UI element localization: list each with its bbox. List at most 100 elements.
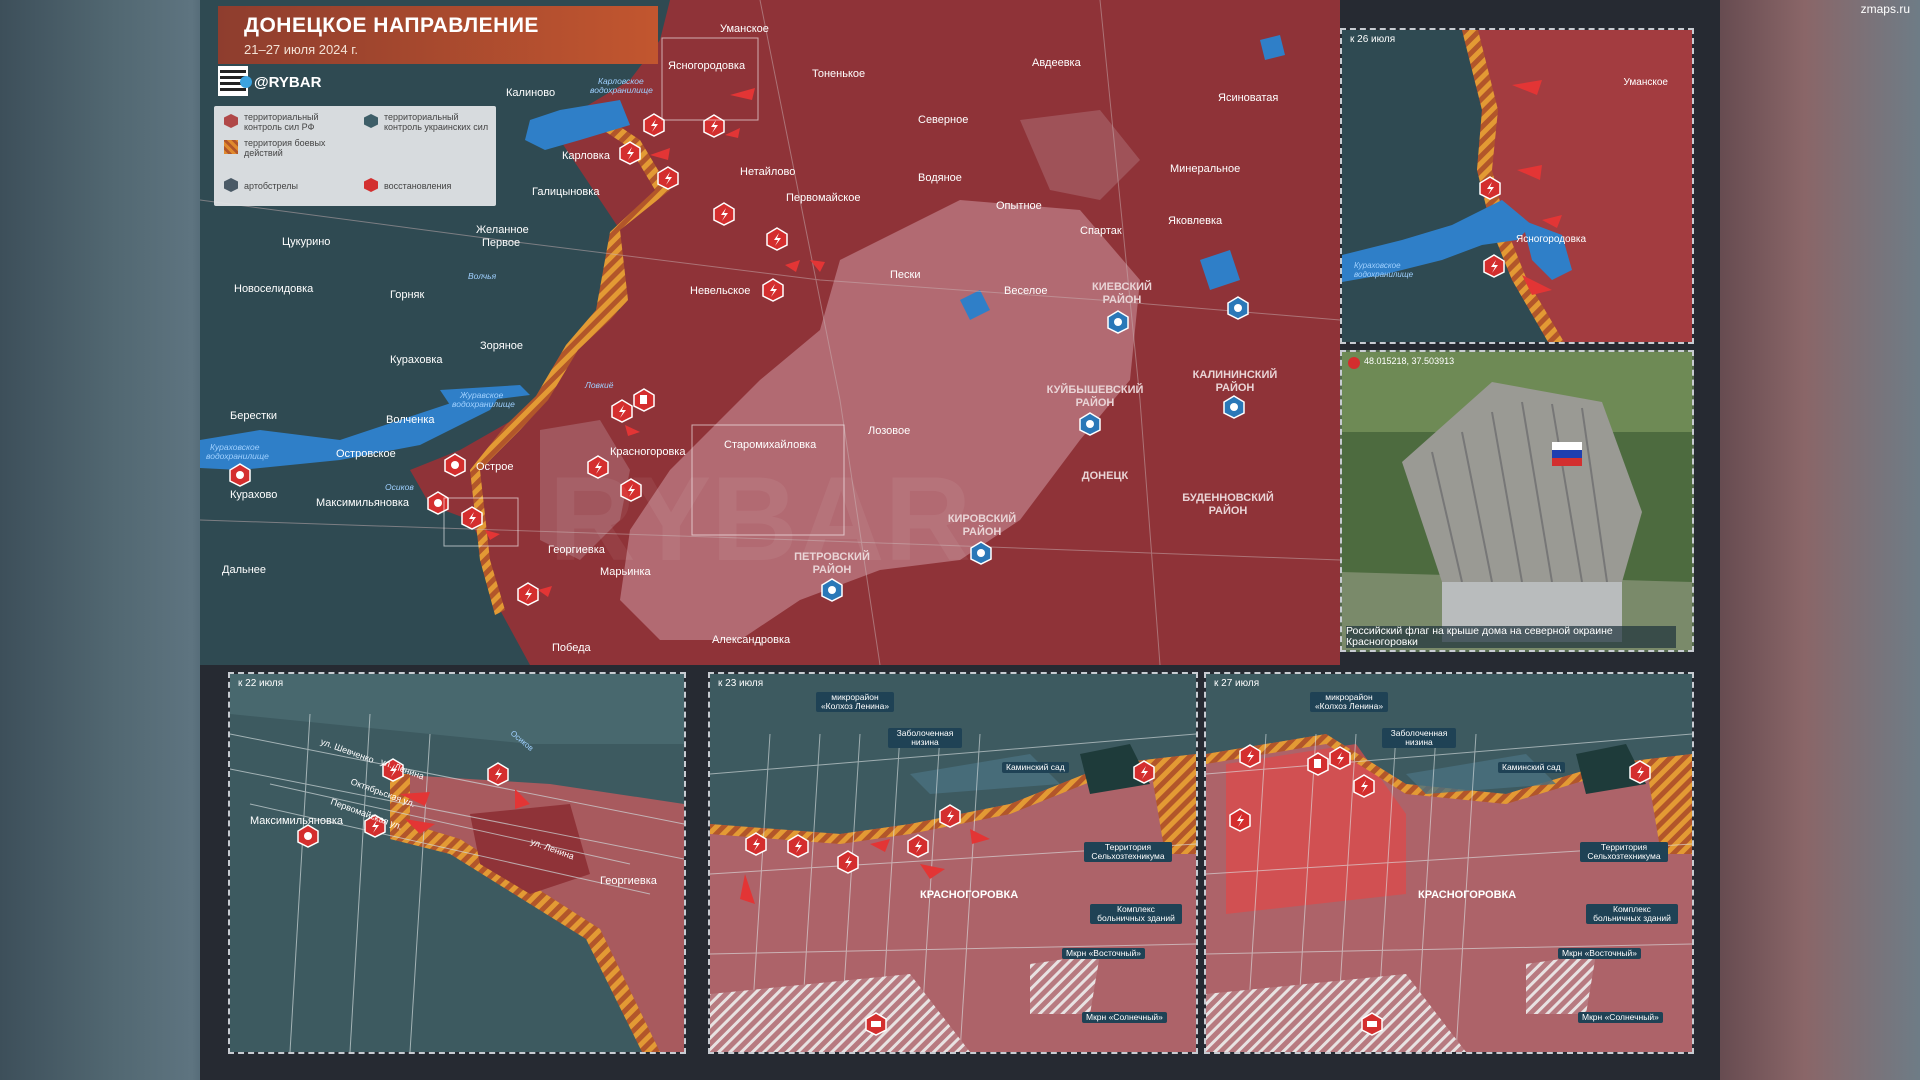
legend-label-ru: территориальный контроль сил РФ — [244, 112, 319, 132]
tag-hospital-complex: Комплекс больничных зданий — [1090, 904, 1182, 924]
svg-text:Минеральное: Минеральное — [1170, 163, 1240, 175]
telegram-icon — [240, 76, 252, 88]
tag-hospital-complex: Комплекс больничных зданий — [1586, 904, 1678, 924]
svg-text:водохранилище: водохранилище — [1354, 270, 1414, 279]
svg-text:РАЙОН: РАЙОН — [1103, 293, 1142, 306]
svg-text:БУДЕННОВСКИЙ: БУДЕННОВСКИЙ — [1182, 491, 1274, 504]
tag-kolkhoz-lenina: микрорайон «Колхоз Ленина» — [816, 692, 894, 712]
svg-text:Новоселидовка: Новоселидовка — [234, 283, 314, 295]
tag-swamp: Заболоченная низина — [1382, 728, 1456, 748]
photo-caption: Российский флаг на крыше дома на северно… — [1346, 626, 1676, 648]
svg-text:РАЙОН: РАЙОН — [1209, 504, 1248, 517]
svg-text:Авдеевка: Авдеевка — [1032, 57, 1082, 69]
legend-label-assault: восстановления — [384, 181, 452, 191]
tag-swamp: Заболоченная низина — [888, 728, 962, 748]
tag-kaminsky-garden: Каминский сад — [1498, 762, 1565, 773]
svg-text:Калиново: Калиново — [506, 87, 555, 99]
tag-agri-school: Территория Сельхозтехникума — [1084, 842, 1172, 862]
svg-text:Спартак: Спартак — [1080, 225, 1122, 237]
svg-text:RYBAR: RYBAR — [549, 452, 971, 586]
svg-text:Пески: Пески — [890, 269, 920, 281]
svg-text:Яковлевка: Яковлевка — [1168, 215, 1223, 227]
legend-label-ua: территориальный контроль украинских сил — [384, 112, 489, 132]
svg-text:Опытное: Опытное — [996, 200, 1042, 212]
svg-text:РАЙОН: РАЙОН — [1076, 396, 1115, 409]
town-label-krasnogorovka: КРАСНОГОРОВКА — [1418, 889, 1516, 901]
svg-text:Георгиевка: Георгиевка — [600, 875, 658, 887]
svg-text:Северное: Северное — [918, 114, 968, 126]
svg-text:Старомихайловка: Старомихайловка — [724, 439, 817, 451]
svg-text:Уманское: Уманское — [720, 23, 769, 35]
svg-text:Первое: Первое — [482, 237, 520, 249]
map-frame: Уманское Ясногородовка Авдеевка Тоненько… — [200, 0, 1720, 1080]
svg-text:Волчья: Волчья — [468, 271, 497, 281]
svg-text:Осиков: Осиков — [385, 482, 414, 492]
title-banner: ДОНЕЦКОЕ НАПРАВЛЕНИЕ 21–27 июля 2024 г. — [218, 6, 658, 64]
tag-vostochny: Мкрн «Восточный» — [1558, 948, 1642, 959]
svg-text:Нетайлово: Нетайлово — [740, 166, 795, 178]
main-map[interactable]: Уманское Ясногородовка Авдеевка Тоненько… — [200, 0, 1340, 665]
ua-control-swatch — [364, 114, 378, 128]
inset-date: к 26 июля — [1350, 34, 1396, 45]
legend-label-combat: территория боевых действий — [244, 138, 326, 158]
svg-text:Горняк: Горняк — [390, 289, 424, 301]
svg-text:Карловка: Карловка — [562, 150, 611, 162]
date-range: 21–27 июля 2024 г. — [244, 42, 359, 57]
svg-text:Максимильяновка: Максимильяновка — [316, 497, 410, 509]
inset-22-july[interactable]: ул. Шевченко ул. Ленина Октябрьская ул. … — [228, 672, 686, 1054]
svg-text:ДОНЕЦК: ДОНЕЦК — [1082, 470, 1129, 482]
svg-text:КУЙБЫШЕВСКИЙ: КУЙБЫШЕВСКИЙ — [1047, 383, 1144, 396]
svg-text:Первомайское: Первомайское — [786, 192, 860, 204]
site-watermark: zmaps.ru — [1860, 2, 1910, 16]
channel-handle[interactable]: @RYBAR — [254, 74, 321, 91]
combat-zone-swatch — [224, 140, 238, 154]
svg-text:Острое: Острое — [476, 461, 513, 473]
svg-text:Тоненькое: Тоненькое — [812, 68, 865, 80]
russian-flag-icon — [1552, 442, 1582, 466]
inset-27-july[interactable]: КРАСНОГОРОВКА к 27 июля микрорайон «Колх… — [1204, 672, 1694, 1054]
page-title: ДОНЕЦКОЕ НАПРАВЛЕНИЕ — [244, 14, 539, 37]
svg-text:Ясногородовка: Ясногородовка — [1516, 234, 1587, 245]
svg-text:Галицыновка: Галицыновка — [532, 186, 600, 198]
svg-text:Невельское: Невельское — [690, 285, 750, 297]
svg-text:КИЕВСКИЙ: КИЕВСКИЙ — [1092, 280, 1152, 293]
photo-panel[interactable]: 48.015218, 37.503913 Российский флаг на … — [1340, 350, 1694, 652]
svg-text:Зоряное: Зоряное — [480, 340, 523, 352]
svg-text:Веселое: Веселое — [1004, 285, 1047, 297]
tag-solnechny: Мкрн «Солнечный» — [1082, 1012, 1167, 1023]
tag-kolkhoz-lenina: микрорайон «Колхоз Ленина» — [1310, 692, 1388, 712]
svg-text:Цукурино: Цукурино — [282, 236, 330, 248]
svg-text:Ловкиё: Ловкиё — [584, 380, 614, 390]
tag-vostochny: Мкрн «Восточный» — [1062, 948, 1146, 959]
svg-text:водохранилище: водохранилище — [452, 399, 515, 409]
svg-text:Уманское: Уманское — [1624, 77, 1669, 88]
inset-date: к 27 июля — [1214, 678, 1260, 689]
svg-text:Ясногородовка: Ясногородовка — [668, 60, 746, 72]
svg-text:Желанное: Желанное — [476, 224, 529, 236]
svg-text:Максимильяновка: Максимильяновка — [250, 815, 344, 827]
svg-text:Победа: Победа — [552, 642, 591, 654]
svg-text:Берестки: Берестки — [230, 410, 277, 422]
svg-text:Островское: Островское — [336, 448, 396, 460]
inset-26-july[interactable]: Уманское Ясногородовка Кураховское водох… — [1340, 28, 1694, 344]
inset-date: к 22 июля — [238, 678, 284, 689]
town-label-krasnogorovka: КРАСНОГОРОВКА — [920, 889, 1018, 901]
svg-text:Лозовое: Лозовое — [868, 425, 910, 437]
ru-control-swatch — [224, 114, 238, 128]
svg-text:водохранилище: водохранилище — [206, 451, 269, 461]
photo-coordinates: 48.015218, 37.503913 — [1364, 356, 1455, 366]
legend: территориальный контроль сил РФ территор… — [214, 106, 496, 206]
svg-text:Александровка: Александровка — [712, 634, 791, 646]
tag-kaminsky-garden: Каминский сад — [1002, 762, 1069, 773]
assault-icon — [364, 178, 378, 192]
svg-text:Курахово: Курахово — [230, 489, 277, 501]
svg-text:водохранилище: водохранилище — [590, 85, 653, 95]
svg-text:Ясиноватая: Ясиноватая — [1218, 92, 1278, 104]
svg-text:Дальнее: Дальнее — [222, 564, 266, 576]
svg-text:Кураховка: Кураховка — [390, 354, 443, 366]
inset-date: к 23 июля — [718, 678, 764, 689]
svg-text:Кураховское: Кураховское — [1354, 261, 1401, 270]
inset-23-july[interactable]: КРАСНОГОРОВКА к 23 июля микрорайон «Колх… — [708, 672, 1198, 1054]
legend-label-artillery: артобстрелы — [244, 181, 298, 191]
svg-text:РАЙОН: РАЙОН — [1216, 381, 1255, 394]
